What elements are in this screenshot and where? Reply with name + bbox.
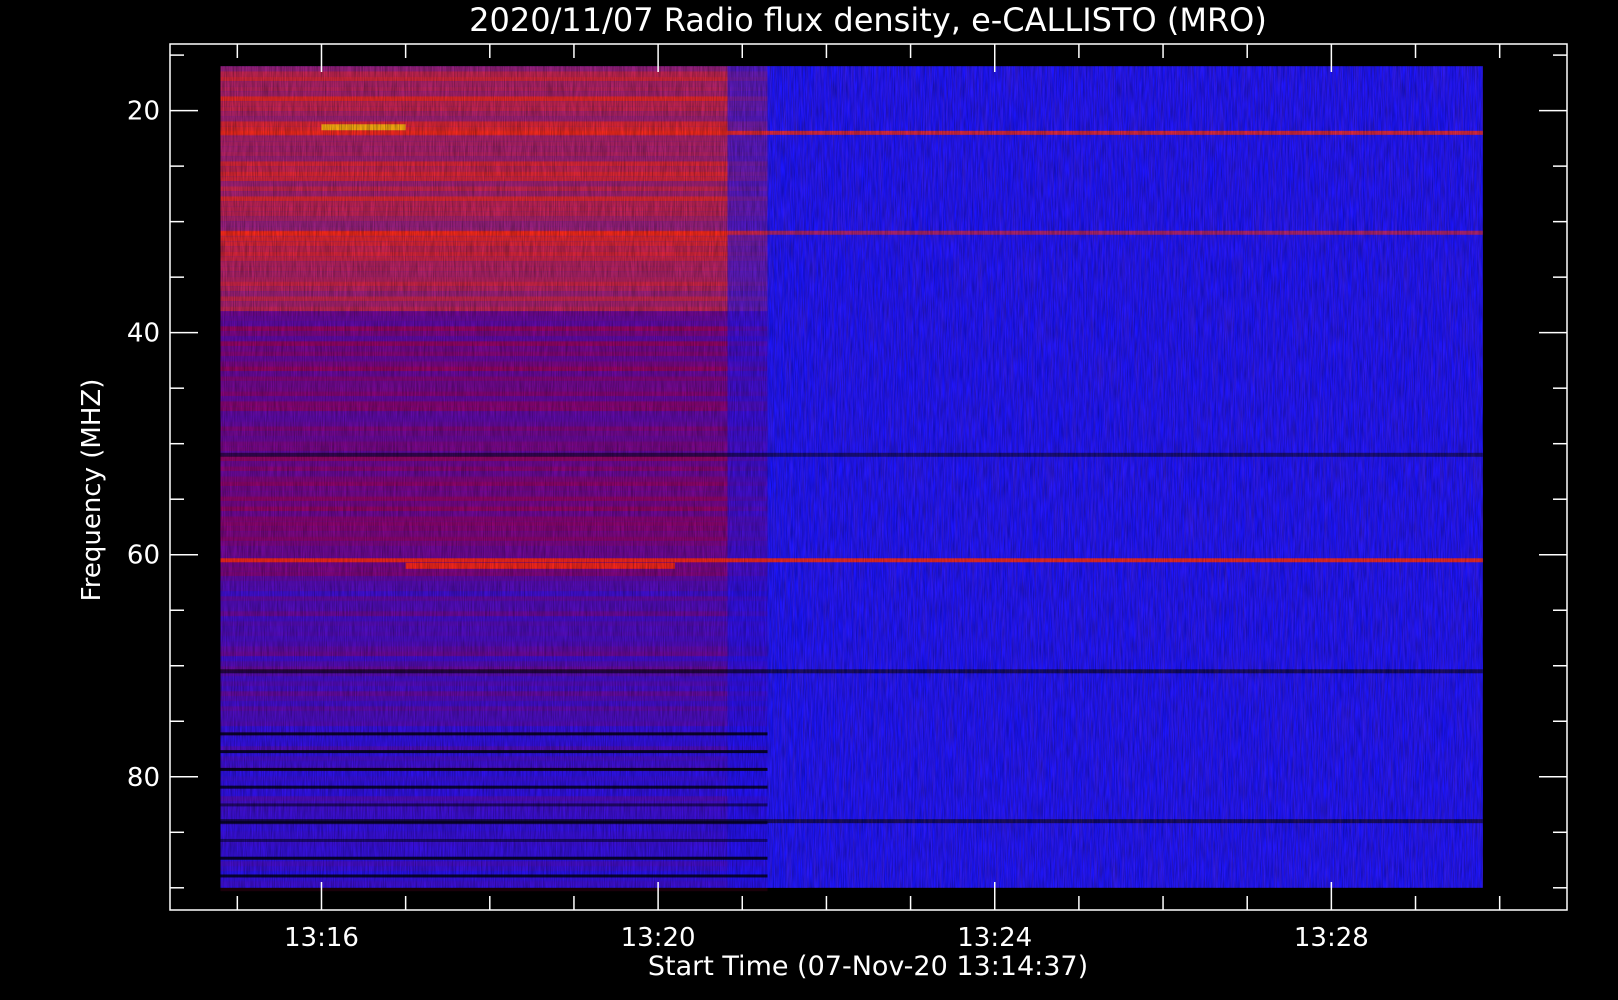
spectrogram-heatmap	[220, 66, 1483, 892]
y-tick-label: 80	[127, 763, 160, 793]
x-tick-label: 13:24	[957, 923, 1032, 953]
y-tick-label: 60	[127, 541, 160, 571]
heatmap-texture-quiet	[767, 66, 1483, 888]
spectrogram-chart: 2020/11/07 Radio flux density, e-CALLIST…	[77, 1, 1568, 982]
x-tick-label: 13:16	[284, 923, 359, 953]
y-tick-label: 20	[127, 97, 160, 127]
y-axis-label: Frequency (MHZ)	[77, 379, 107, 602]
x-tick-label: 13:20	[621, 923, 696, 953]
y-tick-label: 40	[127, 319, 160, 349]
chart-title: 2020/11/07 Radio flux density, e-CALLIST…	[469, 1, 1267, 39]
x-tick-label: 13:28	[1294, 923, 1369, 953]
x-axis-label: Start Time (07-Nov-20 13:14:37)	[648, 951, 1088, 982]
